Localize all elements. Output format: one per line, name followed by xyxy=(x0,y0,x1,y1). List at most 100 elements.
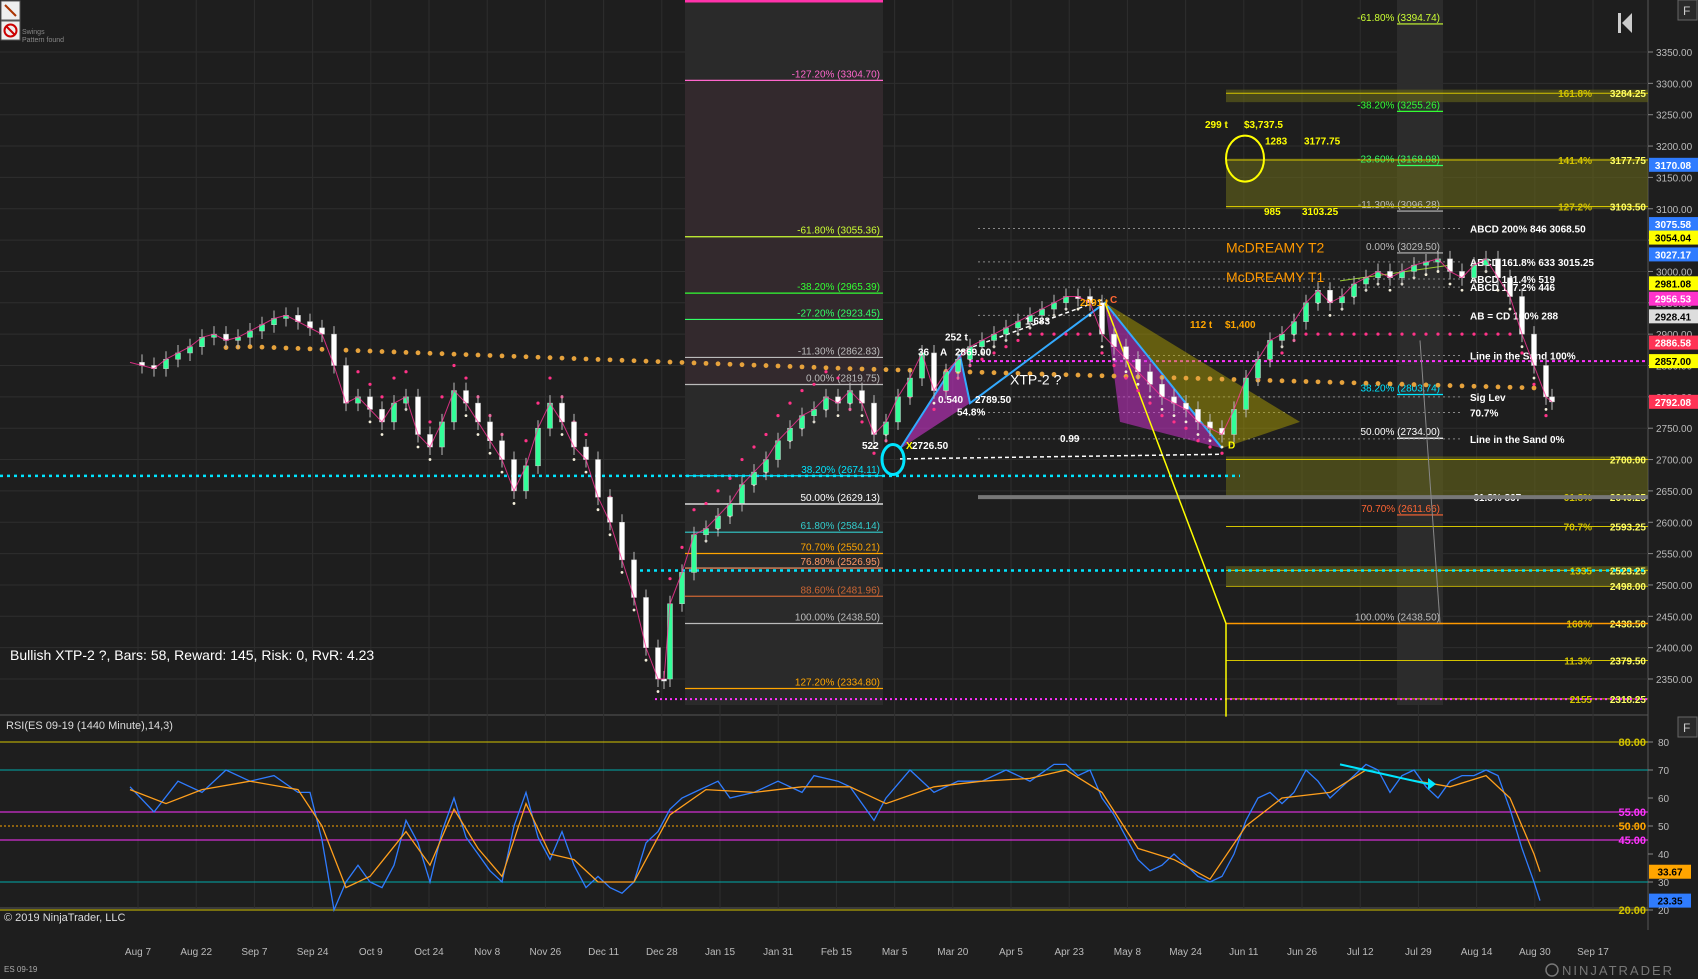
ma-dot-white xyxy=(1328,313,1332,317)
ma-dot-orange xyxy=(271,345,277,350)
fib-level-label: 38.20% (2674.11) xyxy=(801,465,880,476)
time-tick-label: Jul 12 xyxy=(1347,947,1374,958)
ma-dot-orange xyxy=(475,352,481,358)
ma-dot-pink xyxy=(1016,338,1020,343)
ma-dot-orange xyxy=(355,348,361,354)
ma-dot-pink xyxy=(356,370,360,374)
ma-dot-pink xyxy=(1124,376,1128,380)
abcd-row-text: Sig Lev xyxy=(1470,393,1506,404)
ma-dot-orange xyxy=(1495,384,1501,390)
time-tick-label: Jun 26 xyxy=(1287,947,1317,958)
ma-dot-pink xyxy=(992,351,996,355)
ma-dot-pink xyxy=(812,382,816,386)
candle-body xyxy=(1549,396,1555,403)
chart-annotation: 252 t xyxy=(945,332,968,343)
ma-dot-orange xyxy=(1423,382,1429,388)
fib-level-label: 127.20% (2334.80) xyxy=(795,678,880,689)
time-tick-label: Jan 31 xyxy=(763,947,793,958)
price-tick-label: 3150.00 xyxy=(1656,173,1693,184)
rsi-level-label: 20.00 xyxy=(1618,905,1646,917)
ma-dot-white xyxy=(1508,307,1512,311)
chart-annotation: 1.683 xyxy=(1025,317,1050,328)
target-level-pct: 11.3% xyxy=(1564,657,1592,668)
ma-dot-pink xyxy=(1100,351,1104,355)
ma-dot-pink xyxy=(1508,332,1512,336)
ma-dot-orange xyxy=(859,366,865,372)
ma-dot-orange xyxy=(1111,373,1117,379)
chart-annotation: 3177.75 xyxy=(1304,136,1341,147)
ma-dot-orange xyxy=(883,367,889,373)
price-badge-label: 2956.53 xyxy=(1655,295,1692,306)
ma-dot-white xyxy=(1088,313,1092,317)
ma-dot-pink xyxy=(776,414,780,418)
brand-logo-text: NINJATRADER xyxy=(1562,963,1674,978)
ma-dot-orange xyxy=(535,354,541,360)
rsi-level-label: 50.00 xyxy=(1618,821,1646,833)
ma-dot-white xyxy=(836,414,840,418)
right-fib-label: 70.70% (2611.66) xyxy=(1361,504,1440,515)
chart-canvas[interactable]: -127.20% (3304.70) -61.80% (3055.36) -38.2… xyxy=(0,0,1698,979)
ma-dot-pink xyxy=(1076,332,1080,336)
price-badge-label: 2981.08 xyxy=(1655,279,1692,290)
rsi-tick-label: 20 xyxy=(1658,906,1670,917)
target-level-price: 2700.00 xyxy=(1610,456,1647,467)
price-badge-label: 2928.41 xyxy=(1655,312,1692,323)
ma-dot-orange xyxy=(439,351,445,357)
ma-dot-orange xyxy=(847,366,853,372)
ma-dot-orange xyxy=(427,350,433,356)
ma-dot-orange xyxy=(451,351,457,357)
time-tick-label: Aug 30 xyxy=(1519,947,1551,958)
ma-dot-pink xyxy=(764,432,768,437)
ma-dot-pink xyxy=(1496,332,1500,336)
time-tick-label: Mar 20 xyxy=(937,947,969,958)
ma-dot-white xyxy=(608,533,612,537)
ma-dot-pink xyxy=(1280,351,1284,355)
ma-dot-pink xyxy=(1052,332,1056,336)
ma-dot-white xyxy=(500,470,504,474)
ma-dot-orange xyxy=(751,362,757,368)
target-level-pct: 160% xyxy=(1566,620,1592,631)
time-tick-label: Mar 5 xyxy=(882,947,908,958)
instrument-label: ES 09-19 xyxy=(4,965,38,974)
ma-dot-pink xyxy=(1196,439,1200,443)
ma-dot-pink xyxy=(1004,345,1008,349)
ma-dot-orange xyxy=(415,350,421,356)
ma-dot-pink xyxy=(728,476,732,480)
ma-dot-orange xyxy=(715,361,721,367)
chart-annotation: McDREAMY T1 xyxy=(1226,269,1324,285)
pattern-summary-text: Bullish XTP-2 ?, Bars: 58, Reward: 145, … xyxy=(10,647,374,663)
time-tick-label: Sep 17 xyxy=(1577,947,1609,958)
ma-dot-pink xyxy=(440,395,444,399)
ma-dot-pink xyxy=(788,401,792,405)
ma-dot-orange xyxy=(403,349,409,355)
ma-dot-white xyxy=(1196,433,1200,436)
chart-annotation: XTP-2 ? xyxy=(1010,371,1062,387)
right-fib-label: 50.00% (2734.00) xyxy=(1360,427,1440,438)
ma-dot-orange xyxy=(1087,373,1093,378)
ma-dot-orange xyxy=(259,344,265,350)
ma-dot-pink xyxy=(836,376,840,380)
ma-dot-white xyxy=(572,458,576,461)
ma-dot-white xyxy=(1184,420,1188,424)
ma-dot-pink xyxy=(1412,332,1416,336)
ma-dot-pink xyxy=(1208,445,1212,449)
ma-dot-orange xyxy=(691,360,697,366)
right-fib-label: 100.00% (2438.50) xyxy=(1355,613,1440,624)
ma-dot-white xyxy=(560,433,564,436)
ma-dot-orange xyxy=(1339,380,1345,385)
ma-dot-pink xyxy=(1352,332,1356,336)
target-level-pct: 141.4% xyxy=(1558,156,1592,167)
price-badge-label: 3054.04 xyxy=(1655,234,1692,245)
ma-dot-orange xyxy=(1399,381,1405,387)
ma-dot-white xyxy=(1124,370,1128,374)
time-tick-label: Jun 11 xyxy=(1229,947,1259,958)
target-level-price: 3284.25 xyxy=(1610,89,1647,100)
ma-dot-orange xyxy=(1507,384,1513,390)
ma-dot-white xyxy=(1160,407,1164,411)
ma-dot-orange xyxy=(499,353,505,359)
rsi-indicator-label: RSI(ES 09-19 (1440 Minute),14,3) xyxy=(6,720,173,732)
target-level-pct: 127.2% xyxy=(1558,203,1592,214)
ma-dot-pink xyxy=(1028,332,1032,336)
ma-dot-white xyxy=(1520,345,1524,349)
ma-dot-orange xyxy=(1195,376,1201,381)
